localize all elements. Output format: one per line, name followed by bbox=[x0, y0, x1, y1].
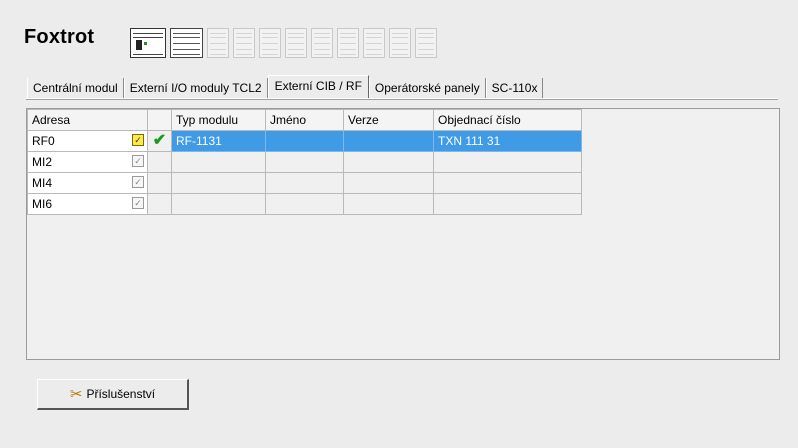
version-cell[interactable] bbox=[343, 130, 434, 152]
module-type-cell[interactable] bbox=[171, 151, 266, 173]
name-cell[interactable] bbox=[265, 151, 344, 173]
column-header-address[interactable]: Adresa bbox=[27, 109, 148, 131]
order-number-cell[interactable] bbox=[433, 193, 582, 215]
empty-module-slot-icon[interactable] bbox=[415, 28, 437, 58]
empty-module-slot-icon[interactable] bbox=[207, 28, 229, 58]
module-type-cell[interactable]: RF-1131 bbox=[171, 130, 266, 152]
order-number-cell[interactable] bbox=[433, 151, 582, 173]
tab-central-module[interactable]: Centrální modul bbox=[27, 78, 124, 98]
empty-module-slot-icon[interactable] bbox=[363, 28, 385, 58]
module-type-cell[interactable] bbox=[171, 193, 266, 215]
address-cell[interactable]: MI6 ✓ bbox=[27, 193, 148, 215]
app-title: Foxtrot bbox=[24, 26, 95, 48]
module-strip bbox=[130, 28, 437, 60]
checkbox-unchecked-icon[interactable]: ✓ bbox=[132, 155, 144, 167]
version-cell[interactable] bbox=[343, 151, 434, 173]
empty-module-slot-icon[interactable] bbox=[389, 28, 411, 58]
tab-external-cib-rf[interactable]: Externí CIB / RF bbox=[267, 75, 369, 99]
version-cell[interactable] bbox=[343, 172, 434, 194]
table-row[interactable]: RF0 ✓ ✔ RF-1131 TXN 111 31 bbox=[27, 130, 582, 152]
order-number-cell[interactable] bbox=[433, 172, 582, 194]
tab-sc-110x[interactable]: SC-110x bbox=[485, 78, 544, 98]
empty-module-slot-icon[interactable] bbox=[259, 28, 281, 58]
checkbox-unchecked-icon[interactable]: ✓ bbox=[132, 176, 144, 188]
central-module-icon[interactable] bbox=[130, 28, 166, 58]
column-header-order-number[interactable]: Objednací číslo bbox=[433, 109, 582, 131]
empty-module-slot-icon[interactable] bbox=[285, 28, 307, 58]
order-number-cell[interactable]: TXN 111 31 bbox=[433, 130, 582, 152]
address-cell[interactable]: RF0 ✓ bbox=[27, 130, 148, 152]
status-cell: ✔ bbox=[147, 130, 172, 152]
accessories-button[interactable]: ✂ Příslušenství bbox=[37, 379, 189, 410]
status-cell bbox=[147, 193, 172, 215]
column-header-version[interactable]: Verze bbox=[343, 109, 434, 131]
tab-external-io-tcl2[interactable]: Externí I/O moduly TCL2 bbox=[123, 78, 268, 98]
table-row[interactable]: MI2 ✓ bbox=[27, 151, 582, 173]
tools-icon: ✂ bbox=[69, 385, 83, 403]
address-label: MI6 bbox=[32, 197, 53, 211]
status-cell bbox=[147, 151, 172, 173]
name-cell[interactable] bbox=[265, 172, 344, 194]
checkbox-unchecked-icon[interactable]: ✓ bbox=[132, 197, 144, 209]
tab-operator-panels[interactable]: Operátorské panely bbox=[368, 78, 486, 98]
address-cell[interactable]: MI4 ✓ bbox=[27, 172, 148, 194]
address-label: MI2 bbox=[32, 155, 53, 169]
table-row[interactable]: MI4 ✓ bbox=[27, 172, 582, 194]
module-grid[interactable]: Adresa Typ modulu Jméno Verze Objednací … bbox=[26, 108, 780, 360]
version-cell[interactable] bbox=[343, 193, 434, 215]
empty-module-slot-icon[interactable] bbox=[233, 28, 255, 58]
module-table: Adresa Typ modulu Jméno Verze Objednací … bbox=[27, 109, 582, 215]
expansion-module-icon[interactable] bbox=[170, 28, 203, 58]
address-label: RF0 bbox=[32, 134, 55, 148]
column-header-module-type[interactable]: Typ modulu bbox=[171, 109, 266, 131]
table-row[interactable]: MI6 ✓ bbox=[27, 193, 582, 215]
empty-module-slot-icon[interactable] bbox=[337, 28, 359, 58]
status-cell bbox=[147, 172, 172, 194]
empty-module-slot-icon[interactable] bbox=[311, 28, 333, 58]
table-header-row: Adresa Typ modulu Jméno Verze Objednací … bbox=[27, 109, 582, 131]
column-header-status[interactable] bbox=[147, 109, 172, 131]
name-cell[interactable] bbox=[265, 130, 344, 152]
checkbox-checked-icon[interactable]: ✓ bbox=[132, 134, 144, 146]
accessories-button-label: Příslušenství bbox=[86, 387, 156, 401]
name-cell[interactable] bbox=[265, 193, 344, 215]
tab-bar: Centrální modul Externí I/O moduly TCL2 … bbox=[27, 75, 544, 99]
checkmark-icon: ✔ bbox=[152, 132, 167, 149]
column-header-name[interactable]: Jméno bbox=[265, 109, 344, 131]
address-cell[interactable]: MI2 ✓ bbox=[27, 151, 148, 173]
address-label: MI4 bbox=[32, 176, 53, 190]
module-type-cell[interactable] bbox=[171, 172, 266, 194]
tab-divider-shadow bbox=[26, 99, 778, 100]
